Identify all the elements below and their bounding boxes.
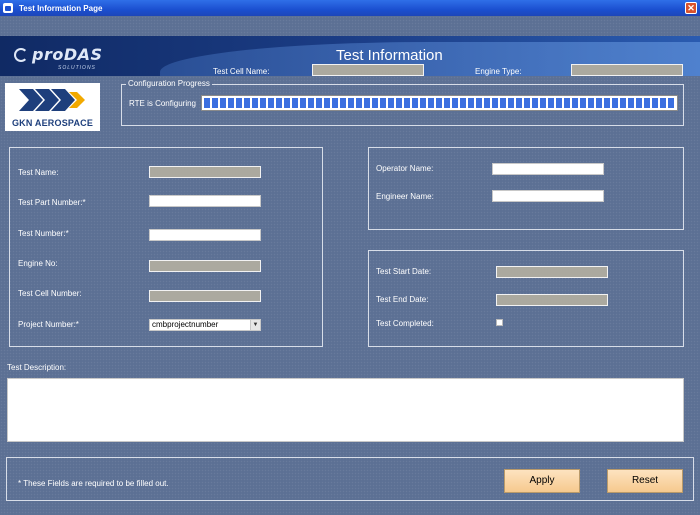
test-description-label: Test Description: xyxy=(7,363,67,372)
page-title: Test Information xyxy=(336,47,443,64)
operator-name-input[interactable] xyxy=(492,163,604,175)
test-number-input[interactable] xyxy=(149,229,261,241)
close-icon[interactable]: ✕ xyxy=(685,2,697,14)
configuration-progress-legend: Configuration Progress xyxy=(126,79,212,88)
personnel-panel xyxy=(368,147,684,230)
engine-type-label: Engine Type: xyxy=(475,67,522,76)
test-cell-name-label: Test Cell Name: xyxy=(213,67,270,76)
prodas-logo: proDAS xyxy=(32,45,103,64)
progress-status-label: RTE is Configuring xyxy=(129,99,196,108)
engine-no-field xyxy=(149,260,261,272)
test-end-date-label: Test End Date: xyxy=(376,295,429,304)
progress-fill xyxy=(204,98,675,108)
chevron-down-icon[interactable]: ▼ xyxy=(250,320,260,330)
prodas-logo-icon xyxy=(14,48,28,62)
test-description-textarea[interactable] xyxy=(7,378,684,442)
test-end-date-field xyxy=(496,294,608,306)
project-number-selected: cmbprojectnumber xyxy=(152,320,219,329)
project-number-dropdown[interactable]: cmbprojectnumber ▼ xyxy=(149,319,261,331)
window-titlebar: Test Information Page ✕ xyxy=(0,0,700,16)
test-start-date-field xyxy=(496,266,608,278)
apply-button[interactable]: Apply xyxy=(504,469,580,493)
configuration-progress-bar xyxy=(201,95,678,111)
test-part-number-input[interactable] xyxy=(149,195,261,207)
required-fields-note: * These Fields are required to be filled… xyxy=(18,479,169,488)
test-part-number-label: Test Part Number:* xyxy=(18,198,86,207)
test-cell-name-field xyxy=(312,64,424,76)
test-completed-label: Test Completed: xyxy=(376,319,434,328)
engineer-name-label: Engineer Name: xyxy=(376,192,434,201)
gkn-aerospace-logo: GKN AEROSPACE xyxy=(5,83,100,131)
company-name: GKN AEROSPACE xyxy=(11,118,94,128)
engineer-name-input[interactable] xyxy=(492,190,604,202)
test-number-label: Test Number:* xyxy=(18,229,69,238)
app-window-icon[interactable] xyxy=(3,3,13,13)
engine-no-label: Engine No: xyxy=(18,259,58,268)
reset-button[interactable]: Reset xyxy=(607,469,683,493)
gkn-logo-icon xyxy=(19,89,85,111)
test-cell-number-field xyxy=(149,290,261,302)
test-start-date-label: Test Start Date: xyxy=(376,267,432,276)
prodas-logo-subtitle: SOLUTIONS xyxy=(58,65,96,71)
engine-type-field xyxy=(571,64,683,76)
window-title: Test Information Page xyxy=(19,3,103,13)
test-name-field xyxy=(149,166,261,178)
operator-name-label: Operator Name: xyxy=(376,164,434,173)
test-completed-checkbox[interactable] xyxy=(496,319,503,326)
test-cell-number-label: Test Cell Number: xyxy=(18,289,82,298)
project-number-label: Project Number:* xyxy=(18,320,79,329)
test-name-label: Test Name: xyxy=(18,168,59,177)
